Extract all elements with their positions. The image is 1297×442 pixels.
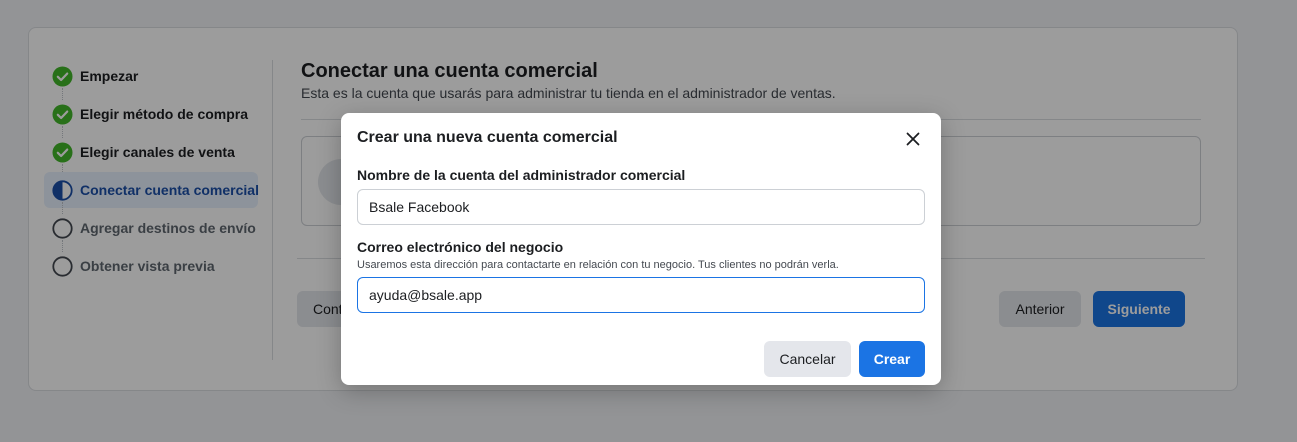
cancel-button[interactable]: Cancelar xyxy=(764,341,851,377)
close-button[interactable] xyxy=(901,127,925,151)
account-name-input[interactable] xyxy=(357,189,925,225)
create-button[interactable]: Crear xyxy=(859,341,925,377)
account-name-label: Nombre de la cuenta del administrador co… xyxy=(357,167,686,183)
email-label: Correo electrónico del negocio xyxy=(357,239,564,255)
dialog-title: Crear una nueva cuenta comercial xyxy=(357,129,618,146)
email-input[interactable] xyxy=(357,277,925,313)
close-icon xyxy=(906,132,920,146)
create-business-account-dialog: Crear una nueva cuenta comercial Nombre … xyxy=(341,113,941,385)
email-help-text: Usaremos esta dirección para contactarte… xyxy=(357,259,839,271)
